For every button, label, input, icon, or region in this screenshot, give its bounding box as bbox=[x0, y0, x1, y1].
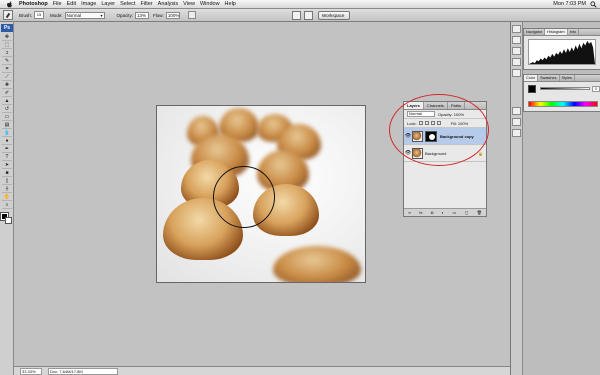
history-brush-icon[interactable]: ↺ bbox=[2, 106, 12, 113]
color-tabs: Color Swatches Styles bbox=[524, 75, 600, 82]
menu-filter[interactable]: Filter bbox=[140, 1, 152, 7]
k-value-field[interactable]: 0 bbox=[592, 86, 600, 92]
color-panel-swatch[interactable] bbox=[528, 85, 536, 93]
path-select-tool-icon[interactable]: ➤ bbox=[2, 162, 12, 169]
document-window[interactable] bbox=[156, 105, 366, 283]
adjustment-layer-icon[interactable]: ◐ bbox=[442, 210, 444, 215]
menu-edit[interactable]: Edit bbox=[67, 1, 76, 7]
background-color[interactable] bbox=[5, 217, 12, 224]
options-bar: Brush: 15 Mode: Normal Opacity: 13% Flow… bbox=[0, 9, 600, 22]
tab-swatches[interactable]: Swatches bbox=[538, 75, 560, 81]
layer-comps-icon[interactable] bbox=[512, 129, 521, 137]
k-slider[interactable] bbox=[540, 87, 590, 90]
zoom-field[interactable]: 33.33% bbox=[20, 367, 42, 375]
flow-field[interactable]: 100% bbox=[165, 11, 180, 19]
zoom-tool-icon[interactable]: ⌕ bbox=[2, 202, 12, 209]
eyedropper-tool-icon[interactable]: ⟠ bbox=[2, 186, 12, 193]
airbrush-toggle[interactable] bbox=[187, 11, 196, 19]
menu-app-name[interactable]: Photoshop bbox=[19, 1, 48, 7]
menu-clock[interactable]: Mon 7:03 PM bbox=[553, 1, 586, 7]
menu-bar: Photoshop File Edit Image Layer Select F… bbox=[0, 0, 600, 9]
opacity-label: Opacity: bbox=[116, 12, 134, 18]
apple-icon[interactable] bbox=[6, 1, 13, 8]
tab-info[interactable]: Info bbox=[568, 29, 579, 35]
ps-logo[interactable]: Ps bbox=[1, 24, 13, 32]
quick-select-tool-icon[interactable]: ✎ bbox=[2, 58, 12, 65]
menu-layer[interactable]: Layer bbox=[101, 1, 115, 7]
new-layer-icon[interactable]: ▢ bbox=[465, 210, 469, 215]
flow-label: Flow: bbox=[153, 12, 164, 18]
move-tool-icon[interactable]: ✥ bbox=[2, 34, 12, 41]
dodge-tool-icon[interactable]: ● bbox=[2, 138, 12, 145]
stamp-tool-icon[interactable]: ▲ bbox=[2, 98, 12, 105]
menu-image[interactable]: Image bbox=[81, 1, 96, 7]
clone-source-icon[interactable] bbox=[512, 69, 521, 77]
mode-label: Mode: bbox=[50, 12, 63, 18]
new-group-icon[interactable]: ▭ bbox=[452, 210, 456, 215]
menu-window[interactable]: Window bbox=[200, 1, 220, 7]
notes-tool-icon[interactable]: ▯ bbox=[2, 178, 12, 185]
marquee-tool-icon[interactable]: ⬚ bbox=[2, 42, 12, 49]
toolbox: Ps ✥ ⬚ ↄ ✎ ⌗ ⟋ ✚ ✐ ▲ ↺ ▭ ▤ 💧 ● ✒ T ➤ ■ ▯… bbox=[0, 22, 14, 375]
hand-tool-icon[interactable]: ✋ bbox=[2, 194, 12, 201]
opacity-field[interactable]: 13% bbox=[135, 11, 150, 19]
paragraph-panel-icon[interactable] bbox=[512, 118, 521, 126]
slice-tool-icon[interactable]: ⟋ bbox=[2, 74, 12, 81]
brush-tool-icon[interactable]: ✐ bbox=[2, 90, 12, 97]
type-tool-icon[interactable]: T bbox=[2, 154, 12, 161]
color-spectrum-bar[interactable] bbox=[528, 101, 598, 107]
histogram-graph bbox=[528, 39, 596, 65]
eraser-tool-icon[interactable]: ▭ bbox=[2, 114, 12, 121]
bridge-icon[interactable] bbox=[292, 11, 301, 20]
brush-size-picker[interactable]: 15 bbox=[34, 11, 45, 19]
blur-tool-icon[interactable]: 💧 bbox=[2, 130, 12, 137]
layers-footer: ∞ fx ◘ ◐ ▭ ▢ 🗑 bbox=[404, 208, 486, 216]
lasso-tool-icon[interactable]: ↄ bbox=[2, 50, 12, 57]
mode-select[interactable]: Normal bbox=[64, 11, 105, 19]
delete-layer-icon[interactable]: 🗑 bbox=[477, 210, 482, 215]
history-panel-icon[interactable] bbox=[512, 25, 521, 33]
brushes-panel-icon[interactable] bbox=[512, 47, 521, 55]
doc-size-info[interactable]: Doc: 7.64M/17.8M bbox=[48, 367, 118, 375]
menu-file[interactable]: File bbox=[53, 1, 62, 7]
tool-preset-picker[interactable] bbox=[3, 10, 13, 20]
shape-tool-icon[interactable]: ■ bbox=[2, 170, 12, 177]
workspace-menu[interactable]: Workspace bbox=[318, 11, 350, 20]
heal-tool-icon[interactable]: ✚ bbox=[2, 82, 12, 89]
dock-icon-strip bbox=[511, 22, 523, 375]
tab-color[interactable]: Color bbox=[524, 75, 539, 81]
menu-analysis[interactable]: Analysis bbox=[158, 1, 178, 7]
menu-help[interactable]: Help bbox=[225, 1, 236, 7]
right-dock: Navigator Histogram Info Color Swatches … bbox=[510, 22, 600, 375]
histogram-tabs: Navigator Histogram Info bbox=[524, 29, 600, 36]
tab-navigator[interactable]: Navigator bbox=[524, 29, 546, 35]
highlight-ring bbox=[389, 94, 489, 166]
photo-canvas[interactable] bbox=[157, 106, 365, 282]
gradient-tool-icon[interactable]: ▤ bbox=[2, 122, 12, 129]
palette-toggle-icon[interactable] bbox=[304, 11, 313, 20]
tab-histogram[interactable]: Histogram bbox=[545, 29, 568, 35]
pen-tool-icon[interactable]: ✒ bbox=[2, 146, 12, 153]
circular-selection[interactable] bbox=[213, 166, 275, 228]
tab-styles[interactable]: Styles bbox=[560, 75, 575, 81]
layer-style-icon[interactable]: fx bbox=[419, 210, 422, 215]
color-panel: Color Swatches Styles 0 bbox=[523, 74, 600, 112]
crop-tool-icon[interactable]: ⌗ bbox=[2, 66, 12, 73]
menu-view[interactable]: View bbox=[183, 1, 195, 7]
color-swatches[interactable] bbox=[0, 212, 13, 225]
add-mask-icon[interactable]: ◘ bbox=[431, 210, 433, 215]
histogram-panel: Navigator Histogram Info bbox=[523, 28, 600, 70]
character-panel-icon[interactable] bbox=[512, 107, 521, 115]
tool-presets-icon[interactable] bbox=[512, 58, 521, 66]
spotlight-icon[interactable] bbox=[590, 1, 597, 8]
status-bar: 33.33% Doc: 7.64M/17.8M bbox=[14, 366, 510, 375]
actions-panel-icon[interactable] bbox=[512, 36, 521, 44]
menu-select[interactable]: Select bbox=[120, 1, 135, 7]
link-layers-icon[interactable]: ∞ bbox=[408, 210, 411, 215]
brush-label: Brush: bbox=[19, 12, 33, 18]
